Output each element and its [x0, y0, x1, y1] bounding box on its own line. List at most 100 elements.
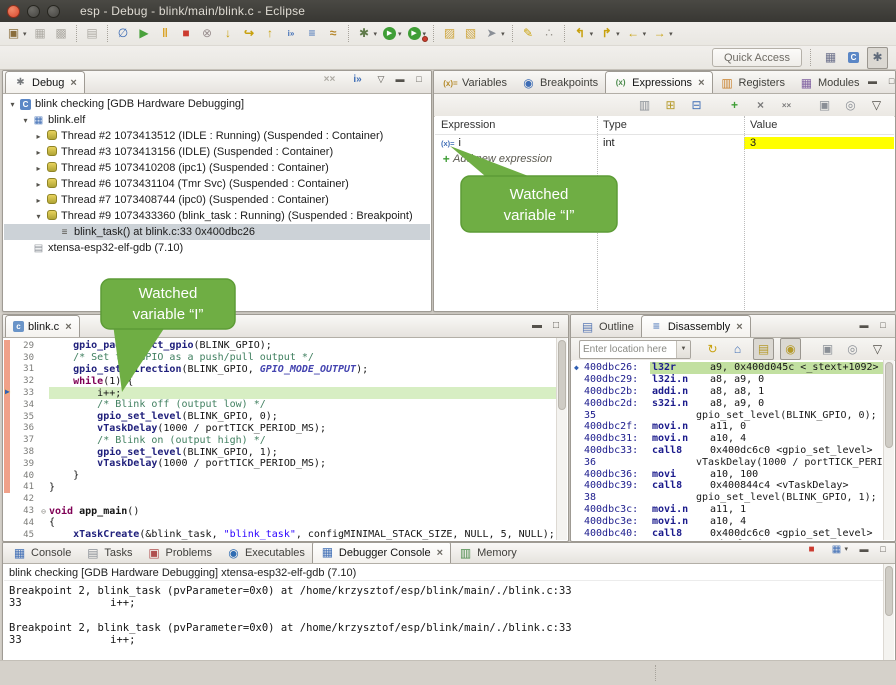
quick-access-button[interactable]: Quick Access [712, 48, 802, 67]
remove-all-expressions-button[interactable]: ×× [777, 95, 796, 115]
new-wizard-button[interactable]: ▣▾ [4, 24, 29, 44]
import-folder-button[interactable]: ▧ [461, 24, 480, 44]
expression-row[interactable]: (x)=iint3 [435, 135, 894, 151]
collapse-all-button[interactable]: ⊟ [687, 95, 706, 115]
code-editor[interactable]: 29 gpio_pad_select_gpio(BLINK_GPIO);30 /… [4, 338, 557, 540]
pin-view-button[interactable]: ◎ [843, 339, 862, 359]
minimize-panel-icon[interactable]: ▬ [858, 542, 870, 557]
tab-variables[interactable]: (x)=Variables [436, 73, 514, 93]
forward-button[interactable]: →▾ [650, 24, 675, 44]
expressions-table-header[interactable]: ExpressionTypeValue [435, 116, 894, 135]
debug-tree-item[interactable]: ▸Thread #7 1073408744 (ipc0) (Suspended … [4, 192, 430, 208]
goto-pc-button[interactable]: ↻ [703, 339, 722, 359]
instruction-stepping-button[interactable]: i» [282, 24, 301, 44]
disconnect-button[interactable]: ⊗ [198, 24, 217, 44]
back-button[interactable]: ←▾ [624, 24, 649, 44]
tab-expressions[interactable]: (x)Expressions× [605, 71, 712, 93]
add-expression-button[interactable]: + [725, 95, 744, 115]
terminate-button[interactable]: ■ [803, 542, 819, 559]
tab-problems[interactable]: ▣Problems [139, 543, 218, 563]
use-step-filters-button[interactable]: ≈ [324, 24, 343, 44]
close-tab-icon[interactable]: × [70, 78, 76, 88]
tab-breakpoints[interactable]: ◉Breakpoints [514, 73, 605, 93]
show-logical-structures-button[interactable]: ⊞ [661, 95, 680, 115]
location-combo[interactable]: Enter location here ▼ [579, 340, 691, 359]
tab-modules[interactable]: ▦Modules [792, 73, 867, 93]
debug-tree-item[interactable]: ▾Thread #9 1073433360 (blink_task : Runn… [4, 208, 430, 224]
close-tab-icon[interactable]: × [65, 322, 71, 332]
debug-launch-button[interactable]: ✱▾ [355, 24, 380, 44]
stack-frame-item[interactable]: ≡blink_task() at blink.c:33 0x400dbc26 [4, 224, 430, 240]
current-instruction-pointer-icon[interactable]: ▶ [5, 387, 10, 396]
next-annotation-button[interactable]: ↱▾ [597, 24, 622, 44]
maximize-panel-icon[interactable]: □ [877, 318, 889, 333]
skip-all-breakpoints-button[interactable]: ∅ [114, 24, 133, 44]
build-button[interactable]: ▤ [83, 24, 102, 44]
tab-console[interactable]: ▦Console [5, 543, 78, 563]
debug-tree-item[interactable]: ▸Thread #3 1073413156 (IDLE) (Suspended … [4, 144, 430, 160]
show-debug-toolbar-button[interactable]: ≡ [303, 24, 322, 44]
combo-dropdown-icon[interactable]: ▼ [676, 341, 690, 358]
minimize-panel-icon[interactable]: ▬ [394, 72, 406, 87]
editor-scrollbar[interactable] [556, 338, 567, 540]
pin-view-button[interactable]: ◎ [841, 95, 860, 115]
remove-expression-button[interactable]: × [751, 95, 770, 115]
instruction-stepping-button[interactable]: i» [348, 70, 367, 89]
cpp-perspective-button[interactable]: C [846, 48, 861, 68]
close-tab-icon[interactable]: × [698, 78, 704, 88]
save-all-button[interactable]: ▩ [52, 24, 71, 44]
show-type-names-button[interactable]: ▥ [635, 95, 654, 115]
minimize-window-button[interactable] [27, 5, 40, 18]
step-into-button[interactable]: ↓ [219, 24, 238, 44]
expressions-table[interactable]: ExpressionTypeValue (x)=iint3+Add new ex… [435, 116, 894, 310]
tab-debug[interactable]: ✱ Debug × [5, 71, 85, 93]
tab-blink-c[interactable]: c blink.c × [5, 315, 80, 337]
show-source-button[interactable]: ▤ [753, 338, 774, 360]
location-input[interactable]: Enter location here [580, 344, 676, 355]
open-perspective-button[interactable]: ▦ [821, 48, 840, 68]
maximize-panel-icon[interactable]: □ [550, 318, 562, 333]
maximize-panel-icon[interactable]: □ [877, 542, 889, 557]
new-view-button[interactable]: ▣ [815, 95, 834, 115]
team-sync-button[interactable]: ∴ [540, 24, 559, 44]
tab-tasks[interactable]: ▤Tasks [78, 543, 139, 563]
column-header-type[interactable]: Type [597, 119, 744, 131]
debug-tree-item[interactable]: ▤xtensa-esp32-elf-gdb (7.10) [4, 240, 430, 256]
new-view-button[interactable]: ▣ [818, 339, 837, 359]
maximize-panel-icon[interactable]: □ [886, 74, 896, 89]
last-edit-location-button[interactable]: ↰▾ [571, 24, 596, 44]
format-brush-button[interactable]: ✎ [519, 24, 538, 44]
display-console-button[interactable]: ▦▾ [828, 542, 850, 559]
debug-tree-item[interactable]: ▸Thread #2 1073413512 (IDLE : Running) (… [4, 128, 430, 144]
suspend-button[interactable]: ‖ [156, 24, 175, 44]
external-tools-button[interactable]: ▶▾ [406, 24, 429, 44]
tab-debugger-console[interactable]: ▦Debugger Console× [312, 542, 451, 563]
column-header-expression[interactable]: Expression [435, 119, 597, 131]
tab-outline[interactable]: ▤Outline [573, 317, 641, 337]
save-button[interactable]: ▦ [31, 24, 50, 44]
resume-button[interactable]: ▶ [135, 24, 154, 44]
debug-perspective-button[interactable]: ✱ [867, 47, 888, 69]
debug-tree-item[interactable]: ▸Thread #6 1073431104 (Tmr Svc) (Suspend… [4, 176, 430, 192]
view-menu-button[interactable]: ▽ [867, 95, 886, 115]
maximize-panel-icon[interactable]: □ [413, 72, 425, 87]
debug-launch-tree[interactable]: ▾Cblink checking [GDB Hardware Debugging… [4, 94, 430, 310]
add-expression-row[interactable]: +Add new expression [435, 151, 894, 167]
close-tab-icon[interactable]: × [437, 548, 443, 558]
minimize-panel-icon[interactable]: ▬ [531, 318, 543, 333]
minimize-panel-icon[interactable]: ▬ [858, 318, 870, 333]
disassembly-scrollbar[interactable] [883, 360, 894, 540]
disassembly-listing[interactable]: ◆400dbc26:l32ra9, 0x400d045c <_stext+109… [572, 360, 884, 540]
debug-tree-item[interactable]: ▾Cblink checking [GDB Hardware Debugging… [4, 96, 430, 112]
console-scrollbar[interactable] [883, 564, 894, 660]
step-return-button[interactable]: ↑ [261, 24, 280, 44]
open-folder-button[interactable]: ▨ [440, 24, 459, 44]
tab-memory[interactable]: ▥Memory [451, 543, 524, 563]
home-button[interactable]: ⌂ [728, 339, 747, 359]
debug-tree-item[interactable]: ▸Thread #5 1073410208 (ipc1) (Suspended … [4, 160, 430, 176]
column-header-value[interactable]: Value [744, 119, 894, 131]
close-tab-icon[interactable]: × [736, 322, 742, 332]
close-window-button[interactable] [7, 5, 20, 18]
tab-executables[interactable]: ◉Executables [219, 543, 312, 563]
view-menu-button[interactable]: ▽ [868, 339, 887, 359]
